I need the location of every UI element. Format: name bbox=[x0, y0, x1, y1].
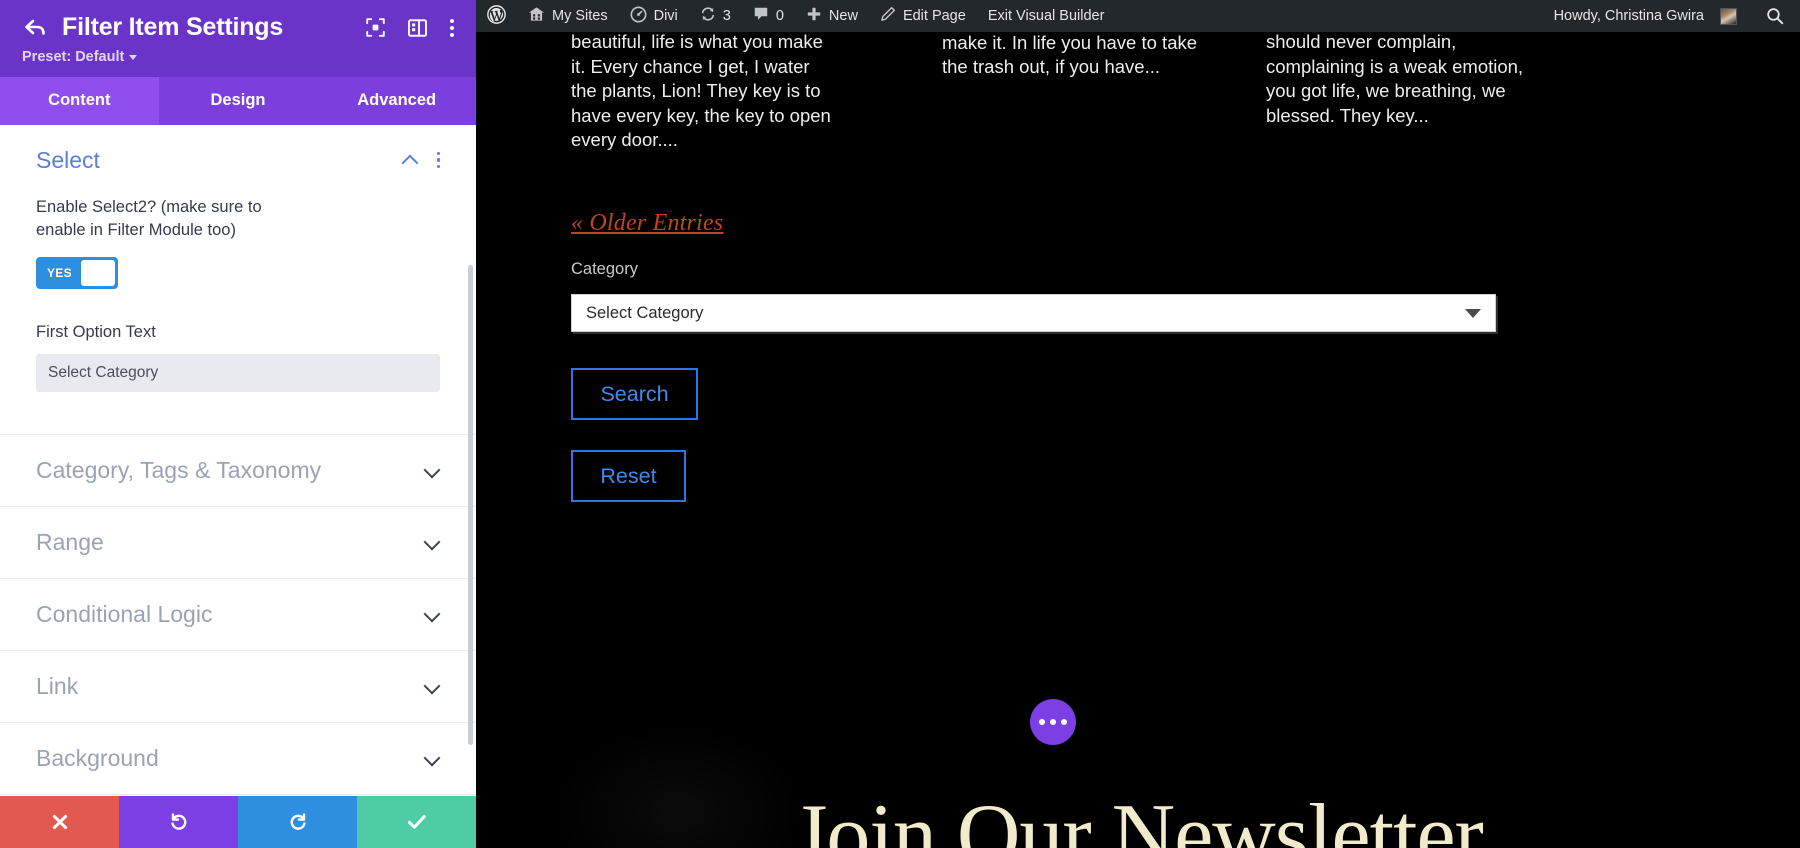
settings-group-conditional-logic[interactable]: Conditional Logic bbox=[0, 579, 476, 651]
older-entries-link[interactable]: « Older Entries bbox=[571, 210, 723, 237]
post-excerpt: beautiful, life is what you make it. Eve… bbox=[571, 32, 833, 153]
screen-root: Filter Item Settings bbox=[0, 0, 1800, 848]
toggle-knob bbox=[81, 260, 115, 286]
first-option-text-label: First Option Text bbox=[36, 323, 440, 342]
back-arrow-icon[interactable] bbox=[22, 16, 48, 40]
layout-panel-icon[interactable] bbox=[408, 19, 427, 37]
post-excerpt: should never complain, complaining is a … bbox=[1266, 32, 1528, 128]
wordpress-admin-bar: My Sites Divi 3 bbox=[476, 0, 1800, 32]
adminbar-right-group: Howdy, Christina Gwira bbox=[1543, 0, 1800, 32]
caret-down-icon bbox=[1465, 309, 1481, 318]
settings-group-range[interactable]: Range bbox=[0, 507, 476, 579]
panel-body: Select Enable Select2? (make sure to ena… bbox=[0, 125, 476, 797]
adminbar-comments-count: 0 bbox=[776, 8, 784, 24]
chevron-down-icon bbox=[424, 607, 440, 623]
adminbar-updates-count: 3 bbox=[723, 8, 731, 24]
panel-scrollbar[interactable] bbox=[468, 265, 473, 745]
toggle-value-label: YES bbox=[39, 266, 80, 280]
pencil-icon bbox=[880, 6, 896, 26]
group-label: Conditional Logic bbox=[36, 601, 212, 628]
adminbar-wordpress-logo[interactable] bbox=[476, 0, 517, 32]
chevron-down-icon bbox=[424, 679, 440, 695]
category-field-label: Category bbox=[571, 260, 638, 279]
panel-tabs: Content Design Advanced bbox=[0, 77, 476, 125]
adminbar-edit-page-label: Edit Page bbox=[903, 8, 966, 24]
chevron-down-icon bbox=[129, 55, 137, 60]
enable-select2-label: Enable Select2? (make sure to enable in … bbox=[36, 196, 276, 244]
adminbar-howdy-label: Howdy, Christina Gwira bbox=[1554, 8, 1704, 24]
undo-button[interactable] bbox=[119, 796, 238, 848]
adminbar-howdy[interactable]: Howdy, Christina Gwira bbox=[1543, 0, 1748, 32]
fullscreen-icon[interactable] bbox=[366, 18, 385, 37]
enable-select2-toggle[interactable]: YES bbox=[36, 257, 118, 289]
plus-icon bbox=[806, 6, 822, 26]
adminbar-my-sites[interactable]: My Sites bbox=[517, 0, 619, 32]
search-button[interactable]: Search bbox=[571, 368, 698, 420]
panel-scroll-area: Select Enable Select2? (make sure to ena… bbox=[0, 125, 476, 797]
adminbar-edit-page[interactable]: Edit Page bbox=[869, 0, 977, 32]
group-label: Range bbox=[36, 529, 104, 556]
avatar bbox=[1720, 8, 1737, 25]
tab-design[interactable]: Design bbox=[159, 77, 318, 125]
save-button[interactable] bbox=[357, 796, 476, 848]
adminbar-new[interactable]: New bbox=[795, 0, 869, 32]
adminbar-divi[interactable]: Divi bbox=[619, 0, 689, 32]
group-label: Category, Tags & Taxonomy bbox=[36, 457, 321, 484]
adminbar-updates[interactable]: 3 bbox=[689, 0, 742, 32]
tab-advanced[interactable]: Advanced bbox=[317, 77, 476, 125]
comments-icon bbox=[753, 6, 769, 26]
group-label: Link bbox=[36, 673, 78, 700]
visual-builder-canvas: beautiful, life is what you make it. Eve… bbox=[476, 32, 1800, 848]
group-label: Background bbox=[36, 745, 159, 772]
adminbar-my-sites-label: My Sites bbox=[552, 8, 608, 24]
group-title-select: Select bbox=[36, 147, 100, 174]
adminbar-exit-visual-builder[interactable]: Exit Visual Builder bbox=[977, 0, 1116, 32]
category-select[interactable]: Select Category bbox=[571, 294, 1496, 332]
tab-content[interactable]: Content bbox=[0, 77, 159, 125]
post-excerpt: life is beautiful, life is what you make… bbox=[942, 32, 1204, 80]
first-option-text-input[interactable] bbox=[36, 354, 440, 392]
settings-group-select: Select Enable Select2? (make sure to ena… bbox=[0, 125, 476, 393]
page-title: Filter Item Settings bbox=[62, 14, 283, 42]
chevron-down-icon bbox=[424, 535, 440, 551]
panel-footer bbox=[0, 796, 476, 848]
more-options-icon[interactable] bbox=[1030, 699, 1076, 745]
category-select-value: Select Category bbox=[586, 304, 703, 323]
kebab-menu-icon[interactable] bbox=[437, 152, 440, 168]
panel-header-icons bbox=[366, 18, 454, 37]
preset-selector[interactable]: Preset: Default bbox=[22, 49, 454, 65]
adminbar-comments[interactable]: 0 bbox=[742, 0, 795, 32]
preset-label: Preset: Default bbox=[22, 49, 124, 65]
updates-icon bbox=[700, 6, 716, 26]
divi-speedometer-icon bbox=[630, 6, 647, 27]
chevron-down-icon bbox=[424, 463, 440, 479]
filter-item-settings-panel: Filter Item Settings bbox=[0, 0, 476, 848]
settings-group-background[interactable]: Background bbox=[0, 723, 476, 795]
sites-icon bbox=[528, 6, 545, 26]
settings-group-list: Category, Tags & Taxonomy Range Conditio… bbox=[0, 434, 476, 795]
wordpress-logo-icon bbox=[487, 5, 506, 28]
newsletter-heading: Join Our Newsletter bbox=[476, 792, 1800, 848]
panel-header: Filter Item Settings bbox=[0, 0, 476, 77]
kebab-menu-icon[interactable] bbox=[450, 19, 454, 37]
settings-group-category-tags-taxonomy[interactable]: Category, Tags & Taxonomy bbox=[0, 435, 476, 507]
discard-button[interactable] bbox=[0, 796, 119, 848]
search-icon[interactable] bbox=[1748, 7, 1800, 25]
redo-button[interactable] bbox=[238, 796, 357, 848]
adminbar-new-label: New bbox=[829, 8, 858, 24]
reset-button[interactable]: Reset bbox=[571, 450, 686, 502]
adminbar-divi-label: Divi bbox=[654, 8, 678, 24]
chevron-up-icon[interactable] bbox=[403, 152, 419, 168]
chevron-down-icon bbox=[424, 751, 440, 767]
settings-group-link[interactable]: Link bbox=[0, 651, 476, 723]
